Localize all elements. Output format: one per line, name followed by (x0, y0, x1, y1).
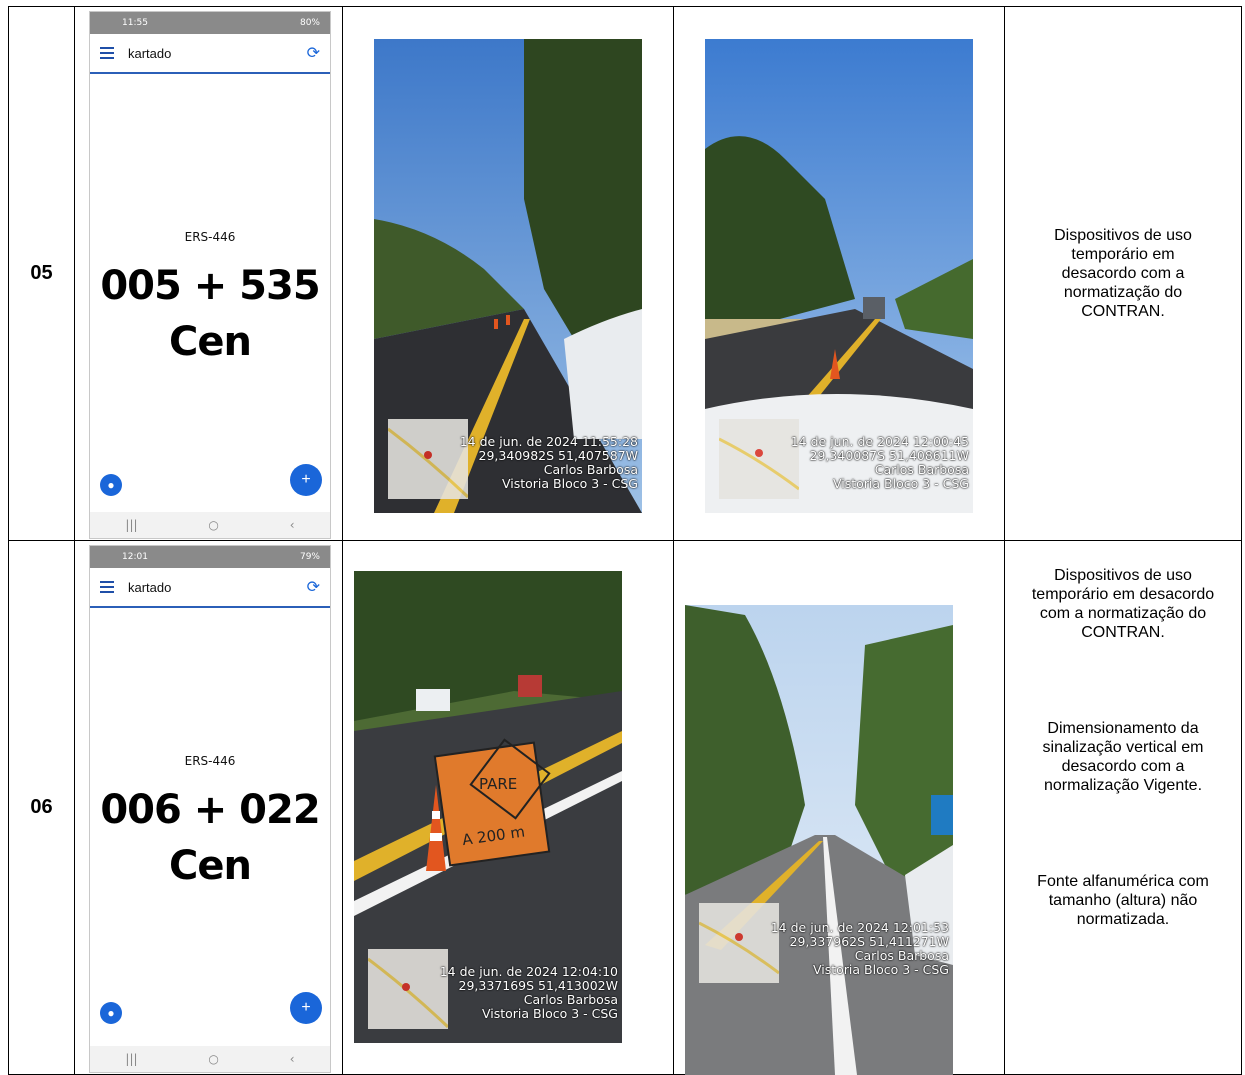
km-marker: 006 + 022 (100, 787, 320, 833)
app-bar: kartado ⟳ (90, 568, 330, 608)
photo-coords: 29,337962S 51,411271W (789, 934, 949, 949)
home-icon[interactable]: ○ (208, 1052, 218, 1066)
notes-cell: Dispositivos de uso temporário em desaco… (1004, 6, 1242, 541)
photo-stamp: 14 de jun. de 2024 11:55:28 29,340982S 5… (460, 435, 638, 491)
add-button[interactable]: + (290, 992, 322, 1024)
note-text: Dimensionamento da sinalização vertical … (1042, 720, 1204, 794)
photo-date: 14 de jun. de 2024 11:55:28 (459, 434, 638, 449)
photo-cell: 14 de jun. de 2024 12:01:53 29,337962S 5… (673, 540, 1005, 1075)
recent-apps-icon[interactable]: ||| (125, 1052, 137, 1066)
location-pin-icon[interactable]: ● (100, 1002, 122, 1024)
photo-coords: 29,340087S 51,408611W (809, 448, 969, 463)
photo-label: Vistoria Bloco 3 - CSG (501, 476, 638, 491)
lane-position: Cen (169, 319, 252, 365)
item-number: 05 (8, 6, 75, 541)
road-photo: 14 de jun. de 2024 12:01:53 29,337962S 5… (685, 605, 953, 1075)
app-title: kartado (128, 45, 172, 61)
status-time: 11:55 (122, 18, 148, 28)
road-name: ERS-446 (184, 230, 236, 244)
android-nav-bar: ||| ○ ‹ (90, 512, 330, 538)
app-bar: kartado ⟳ (90, 34, 330, 74)
minimap (387, 419, 470, 499)
minimap (718, 419, 800, 499)
app-screenshot: 12:01 79% kartado ⟳ ERS-446 006 + 022 Ce… (89, 545, 331, 1073)
note-text: Dispositivos de uso temporário em desaco… (1031, 567, 1215, 641)
table-row: 05 11:55 80% kartado ⟳ ERS-446 005 + 535… (8, 6, 1242, 541)
note-text: Fonte alfanumérica com tamanho (altura) … (1037, 873, 1209, 928)
battery-level: 80% (299, 18, 320, 28)
note-text: Dispositivos de uso temporário em desaco… (1054, 227, 1192, 320)
phone-cell: 12:01 79% kartado ⟳ ERS-446 006 + 022 Ce… (74, 540, 343, 1075)
road-photo: 14 de jun. de 2024 12:00:45 29,340087S 5… (705, 39, 973, 513)
photo-coords: 29,337169S 51,413002W (458, 978, 618, 993)
location-pin-icon[interactable]: ● (100, 474, 122, 496)
road-photo: 14 de jun. de 2024 11:55:28 29,340982S 5… (374, 39, 642, 513)
photo-city: Carlos Barbosa (543, 462, 638, 477)
photo-date: 14 de jun. de 2024 12:00:45 (790, 434, 969, 449)
android-nav-bar: ||| ○ ‹ (90, 1046, 330, 1072)
status-bar: 12:01 79% (90, 546, 330, 568)
road-photo: PARE A 200 m 14 de jun. de 2024 12:04:10… (354, 571, 622, 1043)
photo-label: Vistoria Bloco 3 - CSG (481, 1006, 618, 1021)
item-number: 06 (8, 540, 75, 1075)
sync-icon[interactable]: ⟳ (307, 43, 320, 62)
status-time: 12:01 (122, 552, 148, 562)
phone-cell: 11:55 80% kartado ⟳ ERS-446 005 + 535 Ce… (74, 6, 343, 541)
photo-cell: 14 de jun. de 2024 12:00:45 29,340087S 5… (673, 6, 1005, 541)
sign-pare-text: PARE (479, 775, 517, 793)
photo-stamp: 14 de jun. de 2024 12:04:10 29,337169S 5… (440, 965, 618, 1021)
minimap (367, 949, 450, 1029)
battery-level: 79% (299, 552, 320, 562)
status-bar: 11:55 80% (90, 12, 330, 34)
photo-label: Vistoria Bloco 3 - CSG (832, 476, 969, 491)
photo-coords: 29,340982S 51,407587W (478, 448, 638, 463)
photo-city: Carlos Barbosa (854, 948, 949, 963)
km-marker: 005 + 535 (100, 263, 320, 309)
photo-cell: PARE A 200 m 14 de jun. de 2024 12:04:10… (342, 540, 674, 1075)
photo-label: Vistoria Bloco 3 - CSG (812, 962, 949, 977)
road-name: ERS-446 (184, 754, 236, 768)
photo-city: Carlos Barbosa (523, 992, 618, 1007)
lane-position: Cen (169, 843, 252, 889)
app-title: kartado (128, 579, 172, 595)
notes-cell: Dispositivos de uso temporário em desaco… (1004, 540, 1242, 1075)
home-icon[interactable]: ○ (208, 518, 218, 532)
road-photo-image (685, 605, 953, 1075)
back-icon[interactable]: ‹ (290, 1052, 295, 1066)
sync-icon[interactable]: ⟳ (307, 577, 320, 596)
photo-stamp: 14 de jun. de 2024 12:01:53 29,337962S 5… (771, 921, 949, 977)
recent-apps-icon[interactable]: ||| (125, 518, 137, 532)
add-button[interactable]: + (290, 464, 322, 496)
photo-cell: 14 de jun. de 2024 11:55:28 29,340982S 5… (342, 6, 674, 541)
minimap (698, 903, 780, 983)
inspection-table: 05 11:55 80% kartado ⟳ ERS-446 005 + 535… (8, 6, 1242, 1075)
photo-stamp: 14 de jun. de 2024 12:00:45 29,340087S 5… (791, 435, 969, 491)
photo-date: 14 de jun. de 2024 12:01:53 (770, 920, 949, 935)
photo-city: Carlos Barbosa (874, 462, 969, 477)
menu-icon[interactable] (100, 47, 114, 59)
back-icon[interactable]: ‹ (290, 518, 295, 532)
app-screenshot: 11:55 80% kartado ⟳ ERS-446 005 + 535 Ce… (89, 11, 331, 539)
photo-date: 14 de jun. de 2024 12:04:10 (439, 964, 618, 979)
menu-icon[interactable] (100, 581, 114, 593)
table-row: 06 12:01 79% kartado ⟳ ERS-446 006 + 022… (8, 540, 1242, 1075)
